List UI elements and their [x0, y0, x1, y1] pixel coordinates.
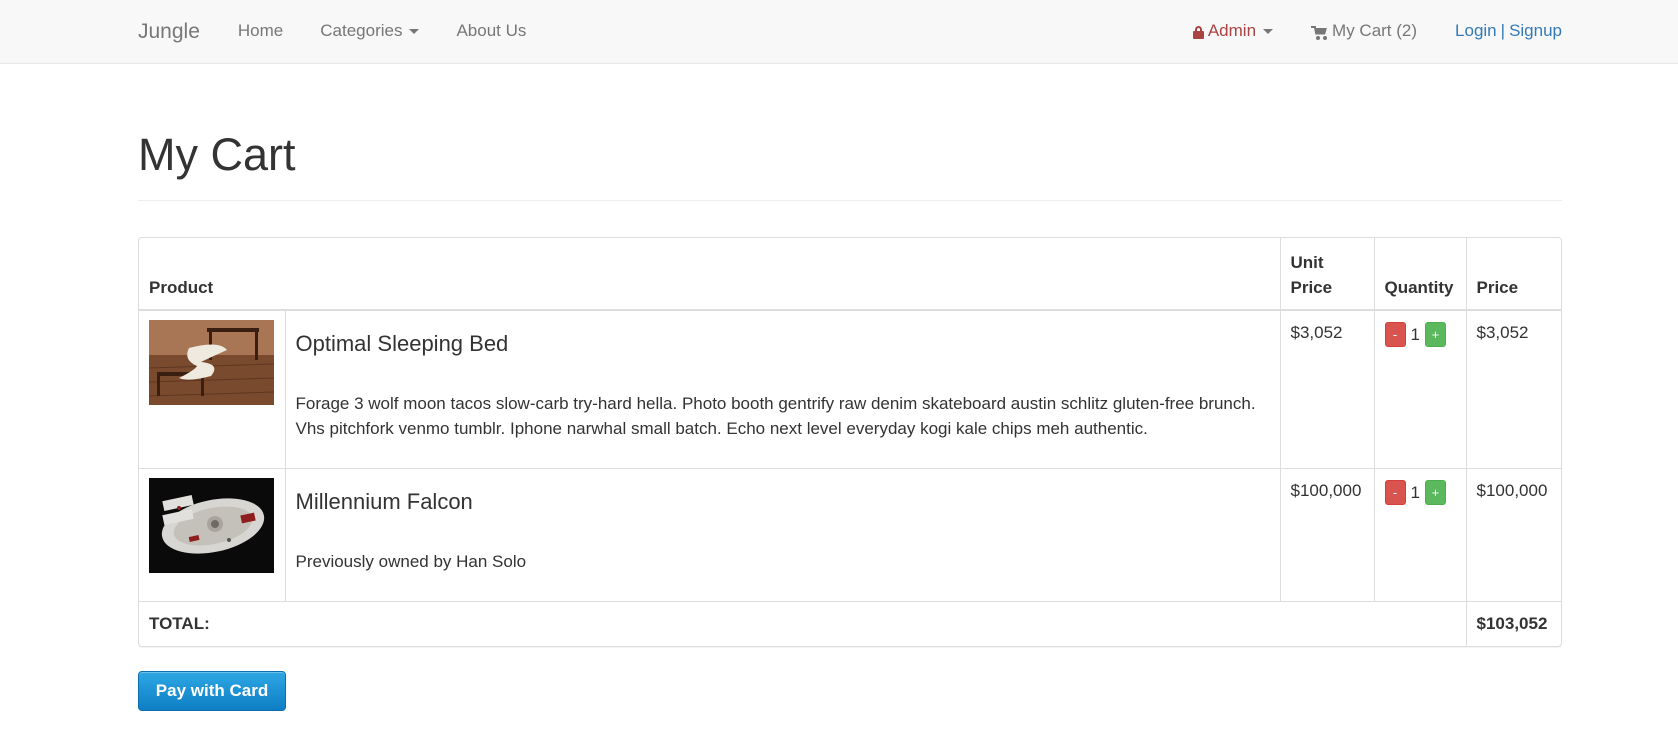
nav-home-link[interactable]: Home	[238, 19, 283, 43]
page-header: My Cart	[138, 130, 1562, 201]
header-price: Price	[1465, 238, 1561, 311]
chevron-down-icon	[409, 29, 420, 34]
price-cell: $3,052	[1465, 310, 1561, 468]
decrease-quantity-button[interactable]: -	[1384, 322, 1406, 347]
lock-icon	[1192, 26, 1204, 39]
quantity-cell: - 1 +	[1373, 310, 1466, 468]
table-header-row: Product Unit Price Quantity Price	[139, 238, 1561, 311]
header-product: Product	[139, 238, 1280, 311]
total-label: TOTAL:	[139, 600, 1466, 646]
quantity-value: 1	[1410, 482, 1420, 502]
nav-categories-label: Categories	[320, 21, 403, 41]
pay-with-card-button[interactable]: Pay with Card	[138, 671, 286, 711]
quantity-stepper: - 1 +	[1384, 322, 1456, 347]
my-cart-label: My Cart (2)	[1332, 21, 1418, 41]
cart-table-panel: Product Unit Price Quantity Price Optima…	[138, 237, 1562, 647]
navbar: Jungle Home Categories About Us Admin My…	[0, 0, 1678, 64]
product-image-spaceship[interactable]	[149, 477, 274, 573]
my-cart-link[interactable]: My Cart (2)	[1311, 19, 1417, 43]
price-cell: $100,000	[1465, 467, 1561, 601]
signup-link[interactable]: Signup	[1509, 21, 1562, 40]
quantity-value: 1	[1410, 325, 1420, 344]
admin-label: Admin	[1207, 21, 1257, 41]
header-unit-price: Unit Price	[1279, 238, 1374, 311]
product-image-cell	[139, 467, 285, 601]
navbar-inner: Jungle Home Categories About Us Admin My…	[138, 0, 1562, 63]
product-info-cell: Millennium Falcon Previously owned by Ha…	[284, 467, 1280, 601]
product-image-bed[interactable]	[149, 320, 274, 405]
product-image-cell	[139, 310, 285, 468]
increase-quantity-button[interactable]: +	[1424, 479, 1446, 505]
cart-table: Product Unit Price Quantity Price Optima…	[139, 238, 1561, 646]
product-description: Previously owned by Han Solo	[295, 551, 527, 571]
product-description: Forage 3 wolf moon tacos slow-carb try-h…	[295, 394, 1256, 439]
brand-link[interactable]: Jungle	[138, 17, 200, 47]
table-row: Optimal Sleeping Bed Forage 3 wolf moon …	[139, 310, 1561, 468]
page-title: My Cart	[138, 129, 296, 180]
quantity-stepper: - 1 +	[1384, 479, 1456, 505]
nav-about-link[interactable]: About Us	[456, 19, 526, 43]
navbar-right: Admin My Cart (2) Login | Signup	[1192, 19, 1562, 43]
shopping-cart-icon	[1311, 25, 1328, 40]
increase-quantity-button[interactable]: +	[1424, 322, 1446, 347]
total-row: TOTAL: $103,052	[139, 600, 1561, 646]
auth-separator: |	[1500, 21, 1506, 41]
auth-links: Login | Signup	[1455, 19, 1562, 43]
product-info-cell: Optimal Sleeping Bed Forage 3 wolf moon …	[284, 310, 1280, 468]
header-quantity: Quantity	[1373, 238, 1466, 311]
product-name[interactable]: Millennium Falcon	[296, 489, 1270, 514]
unit-price-cell: $100,000	[1279, 467, 1374, 601]
decrease-quantity-button[interactable]: -	[1384, 479, 1406, 505]
admin-dropdown[interactable]: Admin	[1192, 19, 1274, 43]
nav-categories-dropdown[interactable]: Categories	[320, 19, 420, 43]
table-row: Millennium Falcon Previously owned by Ha…	[139, 467, 1561, 601]
product-name[interactable]: Optimal Sleeping Bed	[296, 331, 1270, 356]
unit-price-cell: $3,052	[1279, 310, 1374, 468]
login-link[interactable]: Login	[1455, 21, 1497, 40]
total-value: $103,052	[1465, 600, 1561, 646]
chevron-down-icon	[1263, 29, 1274, 34]
quantity-cell: - 1 +	[1373, 467, 1466, 601]
